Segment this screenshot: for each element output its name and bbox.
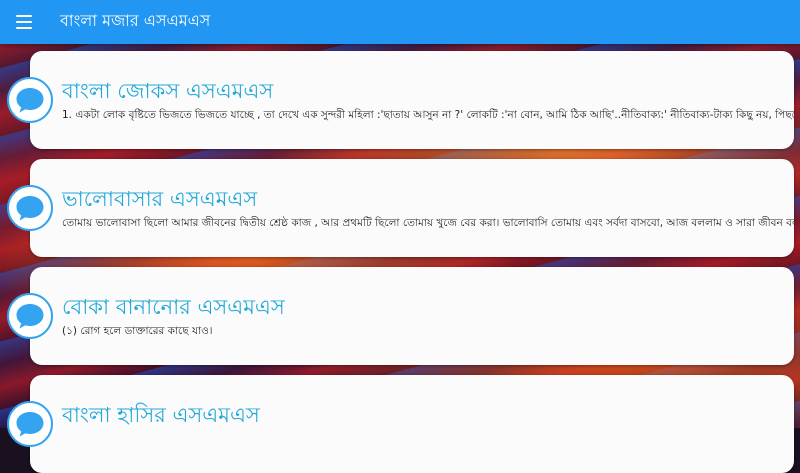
app-bar: বাংলা মজার এসএমএস: [0, 0, 800, 44]
category-card-fool[interactable]: বোকা বানানোর এসএমএস (১) রোগ হলে ডাক্তারে…: [30, 267, 794, 365]
hamburger-menu-icon[interactable]: [16, 15, 32, 29]
category-list: বাংলা জোকস এসএমএস 1. একটা লোক বৃষ্টিতে ভ…: [0, 0, 800, 473]
category-title: ভালোবাসার এসএমএস: [62, 187, 258, 211]
category-title: বোকা বানানোর এসএমএস: [62, 295, 285, 319]
category-title: বাংলা হাসির এসএমএস: [62, 403, 260, 427]
category-card-jokes[interactable]: বাংলা জোকস এসএমএস 1. একটা লোক বৃষ্টিতে ভ…: [30, 51, 794, 149]
category-preview: 1. একটা লোক বৃষ্টিতে ভিজতে ভিজতে যাচ্ছে …: [62, 109, 794, 121]
category-card-love[interactable]: ভালোবাসার এসএমএস তোমায় ভালোবাসা ছিলো আম…: [30, 159, 794, 257]
category-card-funny[interactable]: বাংলা হাসির এসএমএস: [30, 375, 794, 473]
app-title: বাংলা মজার এসএমএস: [60, 11, 211, 30]
chat-bubble-icon[interactable]: [7, 185, 53, 231]
chat-bubble-icon[interactable]: [7, 293, 53, 339]
chat-bubble-icon[interactable]: [7, 401, 53, 447]
category-preview: তোমায় ভালোবাসা ছিলো আমার জীবনের দ্বিতীয…: [62, 217, 794, 229]
category-title: বাংলা জোকস এসএমএস: [62, 79, 274, 103]
category-preview: (১) রোগ হলে ডাক্তারের কাছে যাও।: [62, 325, 213, 337]
chat-bubble-icon[interactable]: [7, 77, 53, 123]
